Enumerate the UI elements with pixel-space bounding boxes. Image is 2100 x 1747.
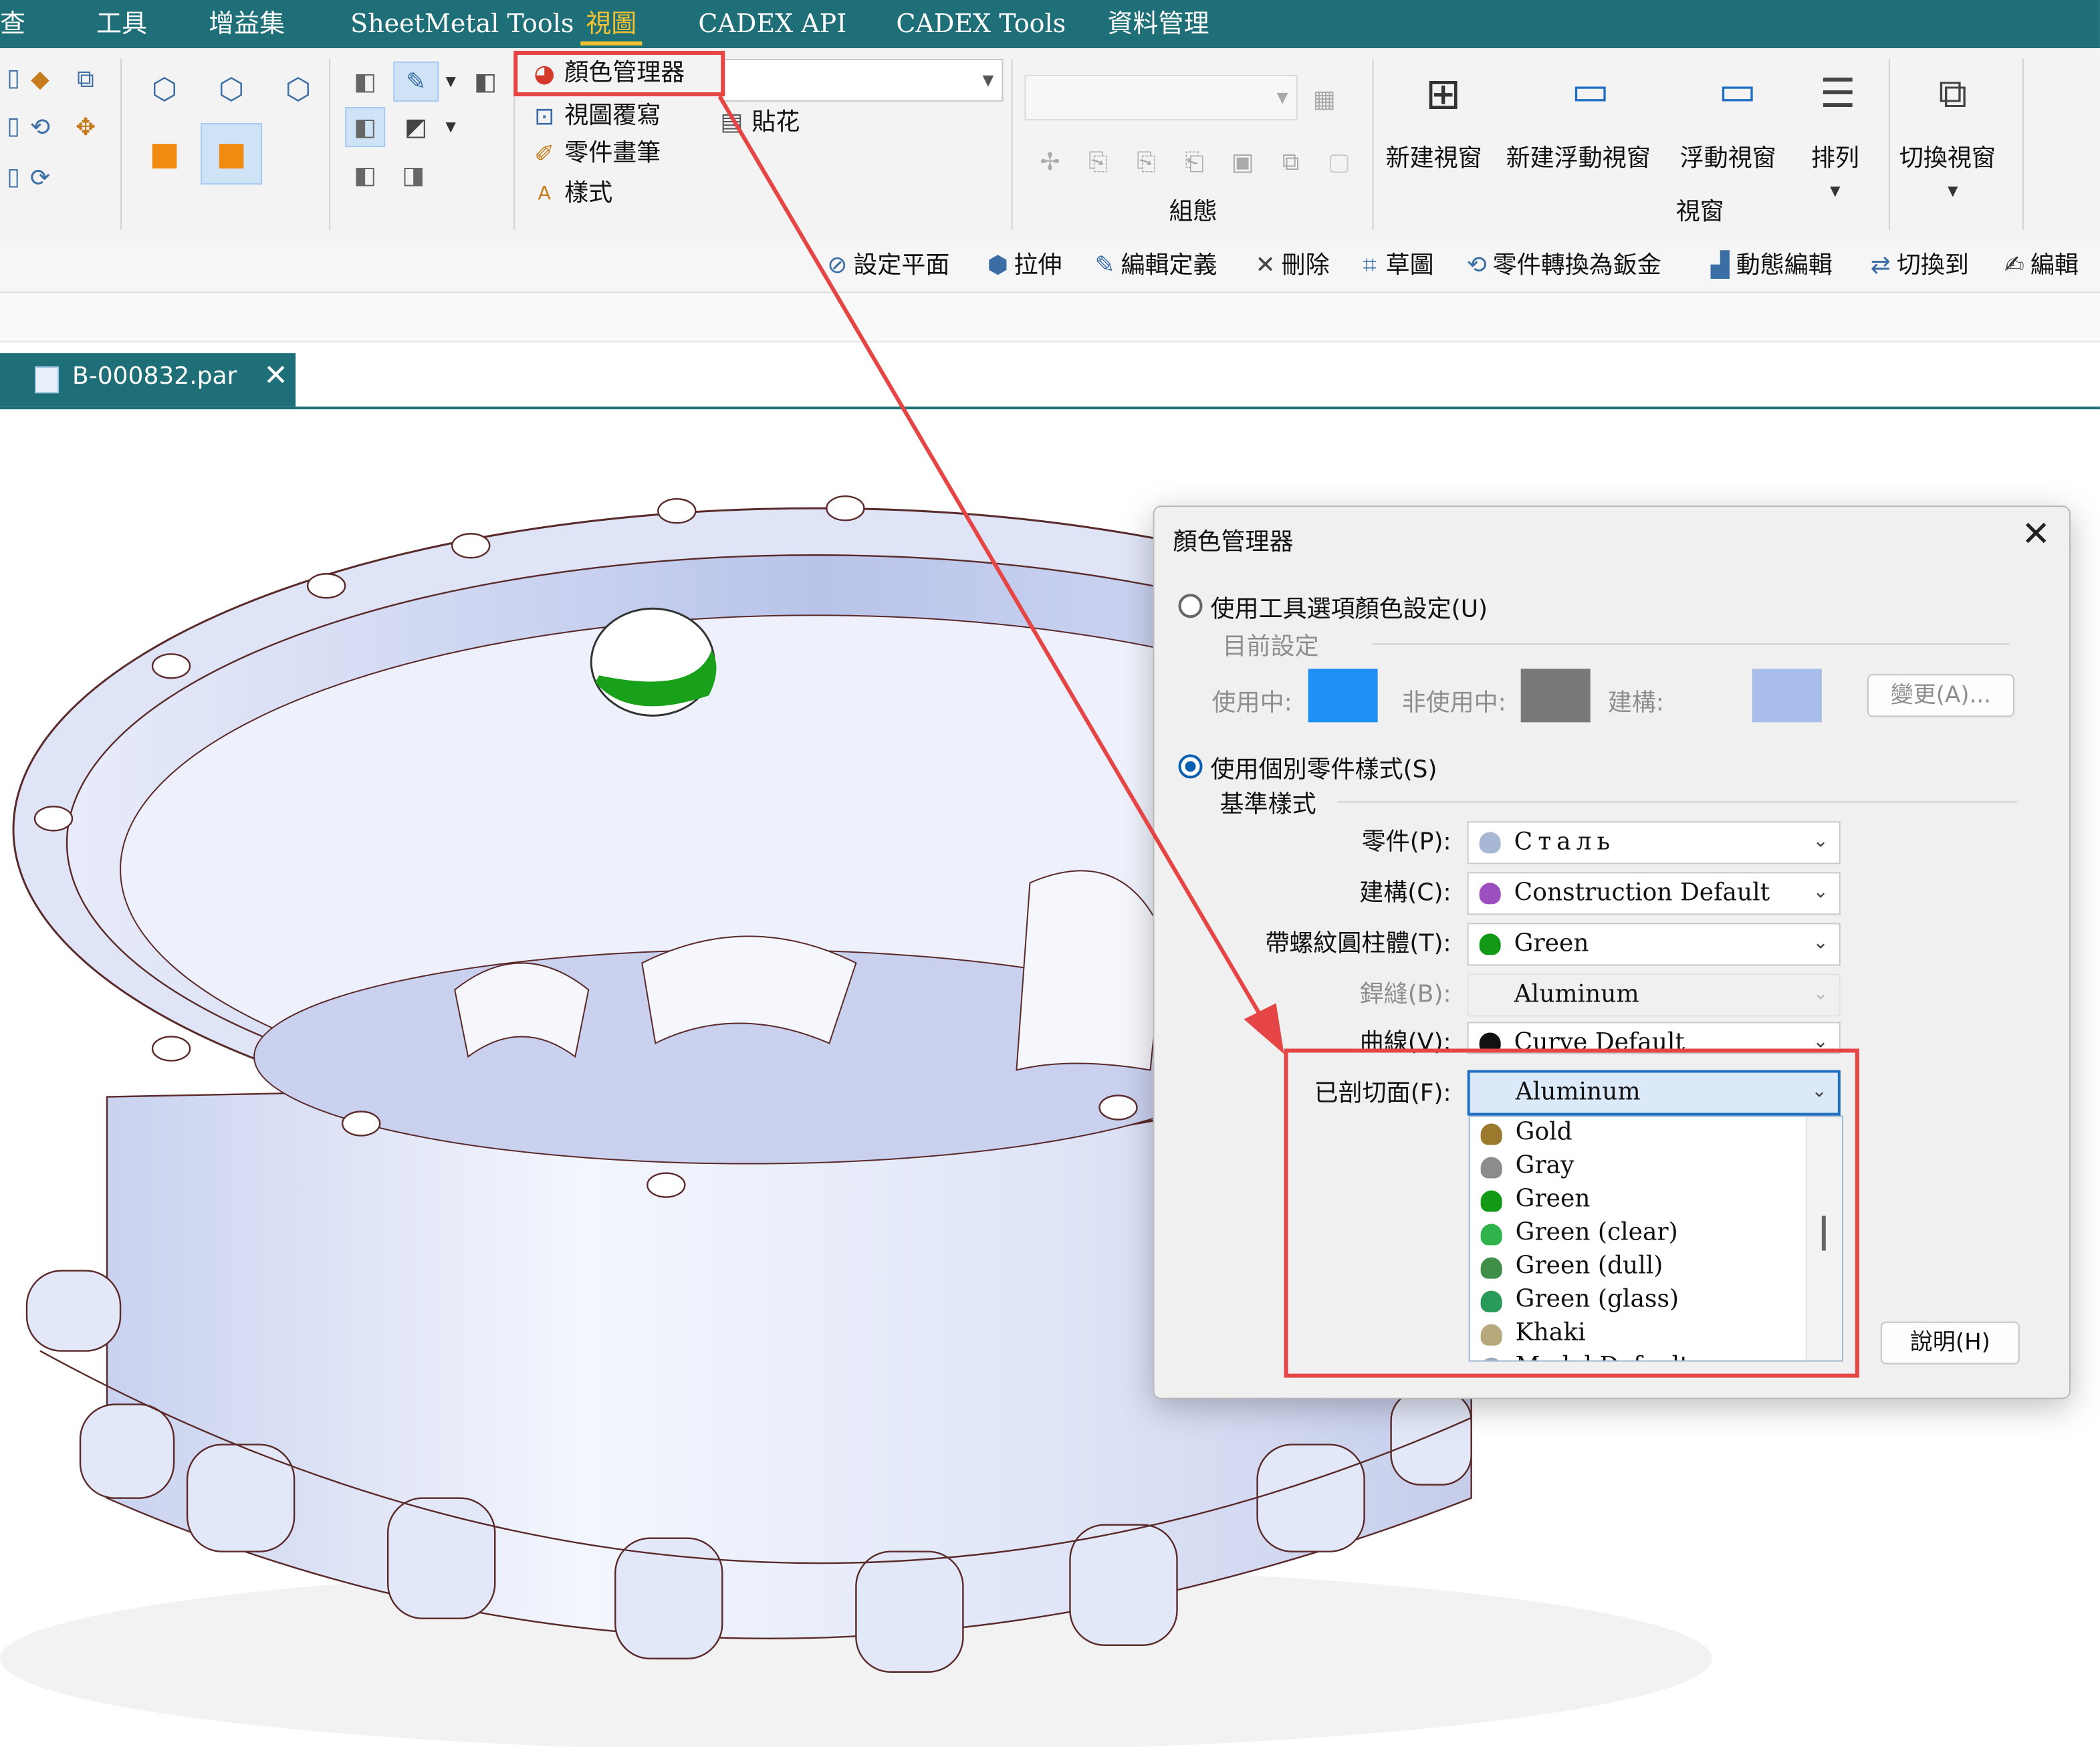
annotation-arrow (717, 95, 1284, 1054)
scaled-stage: 查 工具 增益集 SheetMetal Tools 視圖 CADEX API C… (0, 0, 2100, 1747)
